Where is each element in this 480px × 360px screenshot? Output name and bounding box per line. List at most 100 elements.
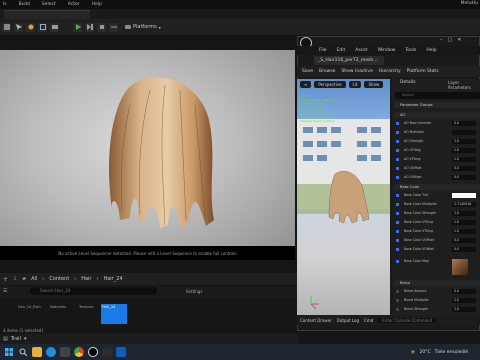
override-checkbox[interactable] [396,194,399,197]
param-value[interactable]: 1.0 [452,307,476,312]
section-blend[interactable]: Blend [394,280,480,286]
param-value[interactable]: 0.0 [452,247,476,252]
perspective-button[interactable]: Perspective [314,81,346,88]
menu-item[interactable]: Help [92,2,102,7]
param-value[interactable]: 1.7140916 [452,202,476,207]
mode-select-icon[interactable] [14,22,23,32]
add-actor-icon[interactable] [26,22,35,32]
menu-item[interactable]: Asset [355,48,367,53]
override-checkbox[interactable] [396,158,399,161]
section-base-color[interactable]: Base Color [394,184,480,190]
edge-browser-icon[interactable] [46,347,56,357]
menu-item[interactable]: Tools [405,48,416,53]
breadcrumb-item[interactable]: Content [49,276,69,282]
details-search-input[interactable]: Search [395,92,480,99]
override-checkbox[interactable] [396,290,399,293]
menu-item[interactable]: Actor [68,2,80,7]
param-value[interactable]: 0.0 [452,238,476,243]
terminal-icon[interactable] [102,347,112,357]
override-checkbox[interactable] [396,122,399,125]
maximize-icon[interactable]: ▢ [448,37,453,43]
show-button[interactable]: Show [364,81,384,88]
override-checkbox[interactable] [396,212,399,215]
override-checkbox[interactable] [396,248,399,251]
param-value[interactable] [452,130,476,135]
play-icon[interactable] [73,22,82,32]
minimize-icon[interactable]: – [440,37,443,43]
override-checkbox[interactable] [396,167,399,170]
param-value[interactable]: 0.0 [452,175,476,180]
override-checkbox[interactable] [396,260,399,263]
console-input[interactable]: Enter Console Command [378,317,436,323]
breadcrumb-item[interactable]: Hair [81,276,91,282]
override-checkbox[interactable] [396,221,399,224]
override-checkbox[interactable] [396,176,399,179]
param-value[interactable]: 1.0 [452,298,476,303]
settings-button[interactable]: Settings [186,289,202,294]
override-checkbox[interactable] [396,131,399,134]
add-icon[interactable]: + [3,276,8,283]
override-checkbox[interactable] [396,140,399,143]
content-search-input[interactable]: Search Hair_24 [30,287,157,295]
save-icon[interactable] [2,22,11,32]
param-value[interactable]: 1.0 [452,220,476,225]
weather-text[interactable]: Tiele ensoleillé [435,350,468,355]
level-tab[interactable] [4,10,90,19]
breadcrumb-item[interactable]: All [31,276,37,282]
override-checkbox[interactable] [396,230,399,233]
cmd-dropdown[interactable]: Cmd [364,318,373,323]
close-icon[interactable]: ✕ [457,37,461,43]
start-icon[interactable] [4,347,14,357]
param-value[interactable]: 0.0 [452,121,476,126]
stop-icon[interactable] [97,22,106,32]
asset-item[interactable]: Materials [50,305,66,309]
layer-parameters-tab[interactable]: Layer Parameters [448,80,480,90]
asset-item[interactable]: Hair_24_Rich [18,305,41,309]
store-icon[interactable] [60,347,70,357]
menu-item[interactable]: Window [378,48,396,53]
level-viewport[interactable] [0,50,295,260]
file-explorer-icon[interactable] [32,347,42,357]
param-value[interactable]: 0.0 [452,166,476,171]
save-button[interactable]: Save [302,69,313,74]
cinematics-icon[interactable] [50,22,59,32]
viewport-options-button[interactable]: ≡ [300,81,312,88]
content-drawer-button[interactable]: Content Drawer [300,318,332,323]
param-value[interactable]: 1.0 [452,229,476,234]
blueprint-icon[interactable] [38,22,47,32]
color-swatch[interactable] [452,193,476,198]
menu-item[interactable]: File [319,48,327,53]
weather-temp[interactable]: 20°C [420,350,431,355]
parameter-groups-header[interactable]: Parameter Groups [394,102,480,108]
asset-item[interactable]: Textures [79,305,94,309]
menu-item[interactable]: Edit [337,48,346,53]
texture-thumbnail[interactable] [452,259,468,275]
menu-item[interactable]: ls [3,2,7,7]
chrome-icon[interactable] [74,347,84,357]
app-icon[interactable] [116,347,126,357]
filter-icon[interactable]: ☰ [3,288,7,294]
import-icon[interactable]: ⇩ [13,276,17,282]
override-checkbox[interactable] [396,308,399,311]
menu-item[interactable]: Build [19,2,30,7]
search-icon[interactable] [18,347,28,357]
show-inactive-button[interactable]: Show Inactive [341,69,372,74]
hierarchy-button[interactable]: Hierarchy [379,69,401,74]
menu-item[interactable]: Select [42,2,56,7]
param-value[interactable]: 0.0 [452,289,476,294]
override-checkbox[interactable] [396,239,399,242]
editor-tab[interactable]: _S_Hair116_per72_mesh... [314,56,384,65]
platform-stats-button[interactable]: Platform Stats [407,69,439,74]
override-checkbox[interactable] [396,149,399,152]
details-tab[interactable]: Details [393,80,416,85]
asset-item-selected[interactable]: Hair_24 [101,304,127,324]
unreal-app-icon[interactable] [88,347,98,357]
param-value[interactable]: 1.0 [452,211,476,216]
drawer-label[interactable]: Trail [11,336,21,342]
override-checkbox[interactable] [396,299,399,302]
override-checkbox[interactable] [396,203,399,206]
param-value[interactable]: 1.0 [452,148,476,153]
platforms-button[interactable]: Platforms ▾ [125,24,161,30]
section-ao[interactable]: AO [394,112,480,118]
content-drawer-icon[interactable]: ▤ [3,336,8,342]
